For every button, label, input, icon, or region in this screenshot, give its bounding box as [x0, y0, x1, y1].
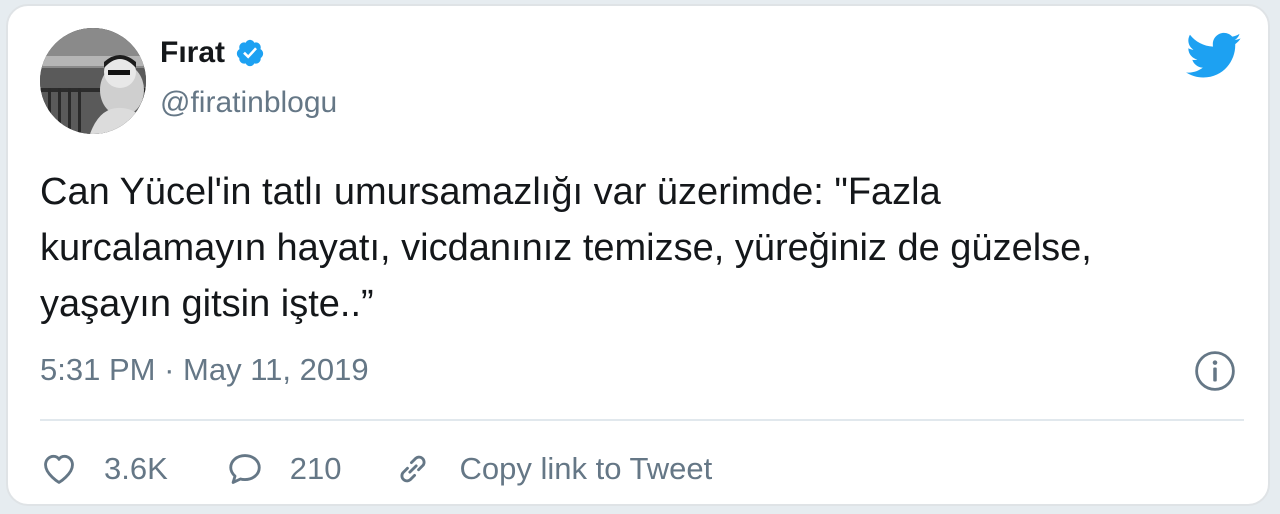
copy-link-label: Copy link to Tweet: [459, 451, 713, 486]
reply-count: 210: [289, 451, 342, 486]
tweet-card: Fırat @firatinblogu Can Yücel'in tatlı u…: [6, 4, 1270, 506]
reply-button[interactable]: 210: [226, 450, 342, 488]
user-handle[interactable]: @firatinblogu: [160, 86, 337, 120]
display-name[interactable]: Fırat: [160, 36, 225, 70]
tweet-text-line: yaşayın gitsin işte..”: [40, 283, 374, 325]
speech-bubble-icon: [229, 454, 261, 484]
tweet-text-line: Can Yücel'in tatlı umursamazlığı var üze…: [40, 171, 941, 213]
tweet-text: Can Yücel'in tatlı umursamazlığı var üze…: [40, 164, 1240, 332]
tweet-timestamp[interactable]: 5:31 PM · May 11, 2019: [40, 352, 369, 388]
twitter-bird-icon[interactable]: [1186, 32, 1242, 80]
like-count: 3.6K: [104, 451, 168, 486]
info-icon[interactable]: [1194, 350, 1236, 392]
tweet-date: May 11, 2019: [183, 352, 369, 387]
avatar[interactable]: [40, 28, 146, 134]
verified-badge-icon: [236, 39, 264, 67]
heart-icon: [44, 454, 74, 484]
author-name-row: Fırat: [160, 36, 265, 70]
tweet-text-line: kurcalamayın hayatı, vicdanınız temizse,…: [40, 227, 1092, 269]
like-button[interactable]: 3.6K: [40, 450, 168, 488]
tweet-actions: 3.6K 210 Copy link to Tweet: [40, 446, 712, 492]
copy-link-button[interactable]: Copy link to Tweet: [394, 450, 713, 488]
tweet-time: 5:31 PM: [40, 352, 156, 387]
divider: [40, 419, 1244, 421]
meta-separator: ·: [164, 352, 175, 387]
avatar-image: [40, 28, 146, 134]
link-icon: [400, 455, 426, 483]
